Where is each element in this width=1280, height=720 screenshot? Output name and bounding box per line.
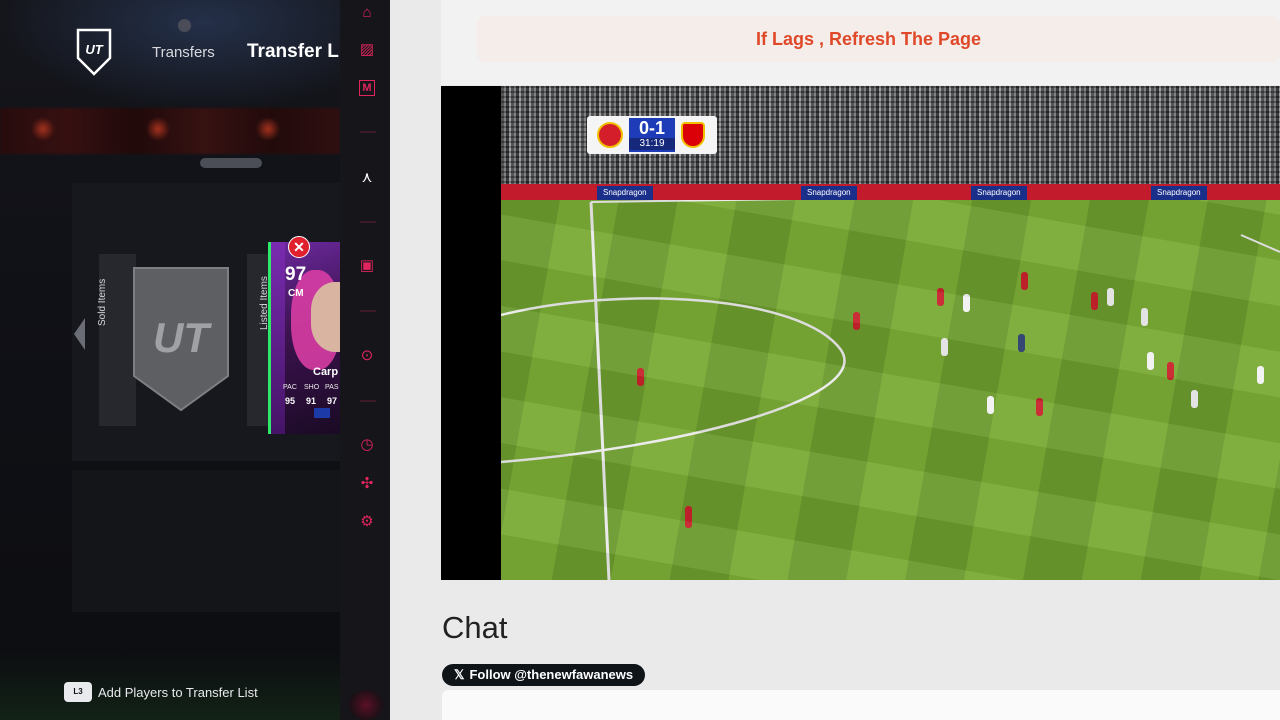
- add-players-label: Add Players to Transfer List: [98, 684, 258, 700]
- divider: [360, 131, 376, 133]
- nation-flag-icon: [314, 408, 330, 418]
- player-figure: [1191, 390, 1198, 408]
- card-player-name: Carp: [313, 366, 339, 378]
- extension-bottom-glow: [348, 690, 384, 720]
- background-crowd: [0, 108, 340, 154]
- player-figure: [937, 288, 944, 306]
- player-figure: [1257, 366, 1264, 384]
- stamp-icon[interactable]: ⌂: [357, 3, 377, 23]
- match-clock: 31:19: [629, 138, 675, 150]
- pitch: [501, 200, 1280, 580]
- away-crest-icon: [681, 122, 705, 148]
- lower-panel: [72, 470, 340, 612]
- l3-button-icon: L3: [64, 682, 92, 702]
- score-box: 0-1 31:19: [629, 118, 675, 152]
- svg-text:UT: UT: [85, 42, 103, 57]
- twitter-follow-button[interactable]: 𝕏 Follow @thenewfawanews: [442, 664, 646, 686]
- blurred-background-text: [0, 490, 70, 516]
- player-card[interactable]: 97 CM Carp PAC SHO PAS 95 91 97: [268, 242, 340, 434]
- gear-icon[interactable]: ⚙: [357, 512, 377, 532]
- divider: [360, 310, 376, 312]
- stat-value: 95: [285, 396, 296, 406]
- referee-figure: [1018, 334, 1025, 352]
- divider: [360, 400, 376, 402]
- nav-transfer-list[interactable]: Transfer List: [247, 41, 340, 63]
- player-figure: [637, 368, 644, 386]
- pitch-markings: [501, 200, 1280, 580]
- stat-label: PAS: [325, 384, 339, 391]
- player-face: [311, 282, 340, 352]
- notification-icon: [178, 19, 191, 32]
- m-box-icon[interactable]: M: [359, 80, 375, 96]
- chat-heading: Chat: [442, 610, 508, 645]
- puzzle-icon[interactable]: ✣: [357, 474, 377, 494]
- ut-placeholder-shield-icon[interactable]: UT: [126, 264, 236, 414]
- ut-logo-icon[interactable]: UT: [76, 28, 112, 76]
- player-figure: [1141, 308, 1148, 326]
- scoreboard: 0-1 31:19: [587, 116, 717, 154]
- player-figure: [1091, 292, 1098, 310]
- card-position: CM: [288, 288, 304, 299]
- clock-icon[interactable]: ◷: [357, 435, 377, 455]
- match-video[interactable]: Snapdragon Snapdragon Snapdragon Snapdra…: [501, 86, 1280, 580]
- page-indicator: [200, 158, 262, 168]
- lag-notice-banner: If Lags , Refresh The Page: [477, 16, 1280, 62]
- card-sidebar: [271, 242, 285, 434]
- player-figure: [1036, 398, 1043, 416]
- ad-banner: Snapdragon: [801, 186, 857, 200]
- match-score: 0-1: [638, 118, 665, 138]
- sword-icon[interactable]: ⋏: [357, 168, 377, 188]
- video-player[interactable]: Snapdragon Snapdragon Snapdragon Snapdra…: [441, 86, 1280, 580]
- game-panel: UT Transfers Transfer List Sold Items UT…: [0, 0, 340, 720]
- ad-banner: Snapdragon: [971, 186, 1027, 200]
- divider: [360, 221, 376, 223]
- ut-placeholder-text: UT: [153, 314, 212, 361]
- add-players-hint[interactable]: L3 Add Players to Transfer List: [64, 682, 258, 702]
- player-figure: [963, 294, 970, 312]
- stat-label: PAC: [283, 384, 297, 391]
- follow-button-label: Follow @thenewfawanews: [469, 667, 634, 682]
- chat-box[interactable]: [442, 690, 1280, 720]
- ad-banner: Snapdragon: [597, 186, 653, 200]
- play-circle-icon[interactable]: ⊙: [357, 346, 377, 366]
- player-figure: [1107, 288, 1114, 306]
- player-figure: [853, 312, 860, 330]
- player-figure: [941, 338, 948, 356]
- carousel-left-arrow-icon[interactable]: [74, 318, 85, 350]
- sold-items-label: Sold Items: [97, 278, 108, 326]
- player-figure: [1021, 272, 1028, 290]
- stat-value: 91: [306, 396, 317, 406]
- player-figure: [987, 396, 994, 414]
- player-figure: [1167, 362, 1174, 380]
- stat-label: SHO: [304, 384, 320, 391]
- home-crest-icon: [597, 122, 623, 148]
- ad-banner: Snapdragon: [1151, 186, 1207, 200]
- card-pack-icon[interactable]: ▨: [357, 40, 377, 60]
- player-figure: [1147, 352, 1154, 370]
- stat-value: 97: [327, 396, 338, 406]
- close-icon[interactable]: ✕: [288, 236, 310, 258]
- x-logo-icon: 𝕏: [454, 667, 465, 682]
- nav-transfers[interactable]: Transfers: [152, 44, 215, 61]
- twitch-icon[interactable]: ▣: [357, 256, 377, 276]
- card-rating: 97: [285, 264, 307, 285]
- player-figure: [685, 506, 692, 528]
